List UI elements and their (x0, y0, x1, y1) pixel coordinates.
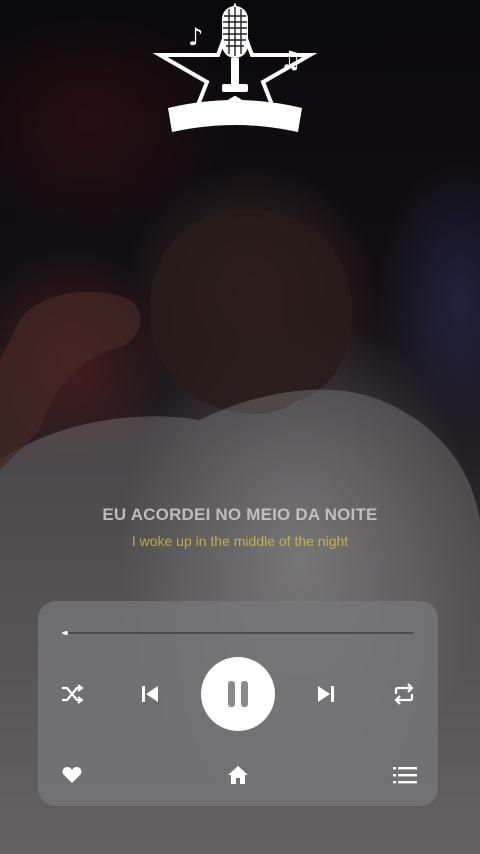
progress-bar[interactable] (62, 631, 414, 635)
svg-text:♫: ♫ (280, 46, 302, 74)
progress-knob[interactable] (63, 631, 68, 635)
lyric-translation: I woke up in the middle of the night (131, 533, 349, 549)
repeat-button[interactable] (390, 681, 418, 707)
shuffle-button[interactable] (58, 681, 86, 707)
pause-button[interactable] (201, 657, 275, 731)
heart-icon (62, 767, 82, 783)
queue-list-icon (393, 767, 417, 784)
player-panel (38, 601, 438, 806)
svg-text:♪: ♪ (188, 23, 203, 51)
queue-button[interactable] (392, 763, 418, 787)
microphone-star-banner-logo: ♪ ♫ (152, 2, 318, 132)
like-button[interactable] (60, 763, 84, 787)
home-button[interactable] (226, 763, 250, 787)
lyric-current-line: EU ACORDEI NO MEIO DA NOITE (102, 505, 378, 524)
pause-icon (228, 681, 248, 707)
skip-next-icon (318, 686, 334, 702)
repeat-icon (394, 683, 414, 705)
shuffle-icon (62, 684, 84, 704)
next-button[interactable] (312, 681, 340, 707)
home-icon (228, 766, 248, 784)
previous-button[interactable] (136, 681, 164, 707)
skip-previous-icon (142, 686, 158, 702)
